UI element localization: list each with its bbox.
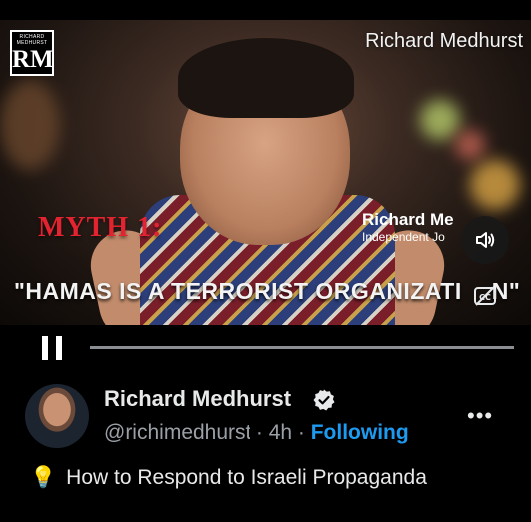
player-controls bbox=[0, 325, 531, 373]
myth-caption: MYTH 1: bbox=[38, 212, 163, 243]
volume-button[interactable] bbox=[461, 216, 509, 264]
meta-separator: · bbox=[255, 421, 263, 444]
presenter-hair bbox=[178, 38, 354, 118]
background-light bbox=[455, 130, 485, 160]
logo-big-text: RM bbox=[12, 46, 54, 73]
speaker-icon bbox=[476, 232, 495, 248]
progress-bar[interactable] bbox=[90, 346, 514, 349]
post-time[interactable]: 4h bbox=[269, 421, 292, 444]
post-text-content: How to Respond to Israeli Propaganda bbox=[66, 466, 427, 489]
post-meta: @richimedhurst · 4h · Following bbox=[104, 421, 409, 445]
avatar[interactable] bbox=[25, 384, 89, 448]
quote-caption: "HAMAS IS A TERRORIST ORGANIZATI N" bbox=[14, 278, 520, 305]
author-handle[interactable]: @richimedhurst bbox=[104, 421, 250, 445]
channel-logo: RICHARD MEDHURST RM bbox=[10, 30, 54, 76]
logo-small-text: RICHARD MEDHURST bbox=[16, 34, 48, 46]
video-player[interactable]: RICHARD MEDHURST RM Richard Medhurst MYT… bbox=[0, 20, 531, 325]
lower-third-subtitle: Independent Jo bbox=[362, 230, 445, 244]
pause-button[interactable] bbox=[42, 336, 64, 360]
verified-badge-icon bbox=[312, 388, 336, 412]
video-watermark: Richard Medhurst bbox=[365, 30, 523, 52]
closed-captions-icon[interactable]: CC bbox=[473, 284, 497, 308]
lower-third-name: Richard Me bbox=[362, 210, 454, 229]
background-light bbox=[470, 160, 520, 210]
author-name[interactable]: Richard Medhurst bbox=[104, 386, 291, 412]
background-light bbox=[420, 100, 460, 140]
pause-icon bbox=[42, 336, 48, 360]
lightbulb-icon: 💡 bbox=[30, 466, 57, 489]
post-text: 💡 How to Respond to Israeli Propaganda bbox=[30, 466, 427, 490]
background-light bbox=[0, 80, 60, 170]
following-button[interactable]: Following bbox=[311, 421, 409, 444]
more-options-icon[interactable]: ••• bbox=[467, 403, 493, 429]
quote-caption-text: "HAMAS IS A TERRORIST ORGANIZATI bbox=[14, 278, 462, 304]
